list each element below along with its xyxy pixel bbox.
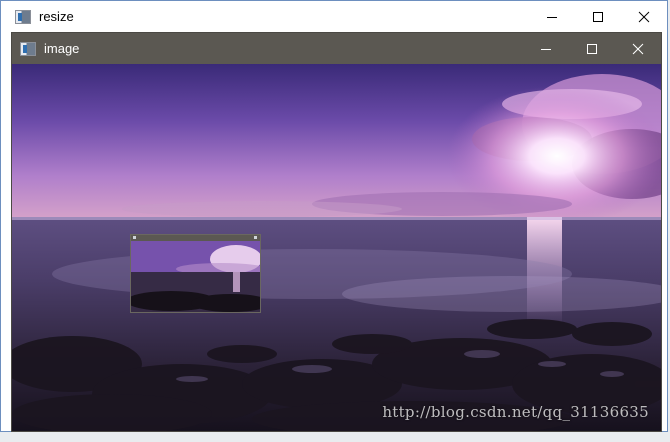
image-window-title: image xyxy=(44,41,80,56)
maximize-button[interactable] xyxy=(569,33,615,64)
resize-window: resize image http://blog.csdn.net/qq_311… xyxy=(0,0,668,432)
resized-preview xyxy=(130,234,261,313)
preview-close-icon xyxy=(254,236,257,239)
close-button[interactable] xyxy=(615,33,661,64)
minimize-icon xyxy=(547,16,557,18)
close-icon xyxy=(638,11,650,22)
close-button[interactable] xyxy=(621,1,667,32)
preview-app-icon xyxy=(133,236,136,239)
preview-titlebar xyxy=(131,235,260,241)
minimize-icon xyxy=(541,48,551,50)
watermark-text: http://blog.csdn.net/qq_31136635 xyxy=(382,403,649,421)
close-icon xyxy=(632,43,644,54)
sunset-image xyxy=(12,64,661,431)
maximize-button[interactable] xyxy=(575,1,621,32)
resize-window-titlebar[interactable]: resize xyxy=(1,1,667,32)
image-window-controls xyxy=(523,33,661,64)
maximize-icon xyxy=(587,43,597,54)
app-icon xyxy=(15,9,31,24)
minimize-button[interactable] xyxy=(529,1,575,32)
image-canvas: http://blog.csdn.net/qq_31136635 xyxy=(12,64,661,431)
minimize-button[interactable] xyxy=(523,33,569,64)
image-window: image http://blog.csdn.net/qq_31136635 xyxy=(11,32,662,432)
desktop-strip xyxy=(0,432,670,442)
resize-window-controls xyxy=(529,1,667,32)
image-window-titlebar[interactable]: image xyxy=(12,33,661,64)
preview-image xyxy=(131,241,260,312)
app-icon xyxy=(20,41,36,56)
resize-window-title: resize xyxy=(39,9,74,24)
maximize-icon xyxy=(593,11,603,22)
